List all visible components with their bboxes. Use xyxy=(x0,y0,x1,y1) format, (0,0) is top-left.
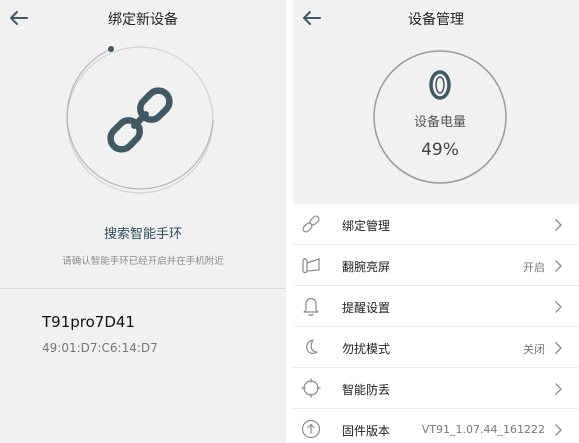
page-title: 设备管理 xyxy=(408,12,464,28)
menu-item-label: 固件版本 xyxy=(342,424,391,438)
target-icon xyxy=(301,378,321,398)
device-mac-address: 49:01:D7:C6:14:D7 xyxy=(42,341,158,355)
chevron-right-icon xyxy=(555,260,562,272)
battery-gauge: 设备电量 49% xyxy=(371,48,509,186)
ring-device-icon xyxy=(429,70,451,100)
wrist-icon xyxy=(302,258,320,274)
settings-menu: 绑定管理 翻腕亮屏 开启 提醒设置 勿扰模式 关闭 智能防丢 固件版本 VT91… xyxy=(293,204,579,443)
menu-item-label: 提醒设置 xyxy=(342,301,391,315)
search-title: 搜索智能手环 xyxy=(103,227,182,242)
device-management-screen: 设备管理 设备电量 49% 绑定管理 翻腕亮屏 开启 提醒设置 勿扰模式 关闭 … xyxy=(293,0,579,443)
menu-item-bind-management[interactable]: 绑定管理 xyxy=(293,204,579,245)
battery-label: 设备电量 xyxy=(413,115,466,130)
menu-item-wrist-wake[interactable]: 翻腕亮屏 开启 xyxy=(293,245,579,286)
menu-item-anti-lost[interactable]: 智能防丢 xyxy=(293,368,579,409)
menu-item-do-not-disturb[interactable]: 勿扰模式 关闭 xyxy=(293,327,579,368)
search-hint: 请确认智能手环已经开启并在手机附近 xyxy=(62,256,224,267)
progress-dot xyxy=(108,46,114,52)
upload-icon xyxy=(301,419,321,439)
menu-item-value: VT91_1.07.44_161222 xyxy=(421,423,545,436)
menu-item-label: 勿扰模式 xyxy=(342,342,391,356)
chevron-right-icon xyxy=(555,301,562,313)
menu-item-label: 翻腕亮屏 xyxy=(342,260,391,274)
header: 绑定新设备 xyxy=(0,0,286,36)
divider xyxy=(0,288,286,289)
chevron-right-icon xyxy=(555,424,562,436)
menu-item-firmware-version[interactable]: 固件版本 VT91_1.07.44_161222 xyxy=(293,409,579,443)
menu-item-value: 开启 xyxy=(523,261,545,274)
searching-animation xyxy=(60,40,220,200)
menu-item-label: 智能防丢 xyxy=(342,383,391,397)
chevron-right-icon xyxy=(555,342,562,354)
moon-icon xyxy=(306,339,318,355)
battery-value: 49% xyxy=(421,140,459,160)
device-name: T91pro7D41 xyxy=(42,313,135,331)
page-title: 绑定新设备 xyxy=(108,12,178,28)
chevron-right-icon xyxy=(555,219,562,231)
bell-icon xyxy=(303,297,319,316)
header: 设备管理 xyxy=(293,0,579,36)
chain-link-icon xyxy=(107,87,173,153)
bind-device-screen: 绑定新设备 搜索智能手环 请确认智能手环已经开启并在手机附近 T91pro7D4… xyxy=(0,0,286,443)
menu-item-label: 绑定管理 xyxy=(342,219,391,233)
link-icon xyxy=(302,215,320,233)
menu-item-reminder-settings[interactable]: 提醒设置 xyxy=(293,286,579,327)
menu-item-value: 关闭 xyxy=(523,343,545,356)
chevron-right-icon xyxy=(555,383,562,395)
